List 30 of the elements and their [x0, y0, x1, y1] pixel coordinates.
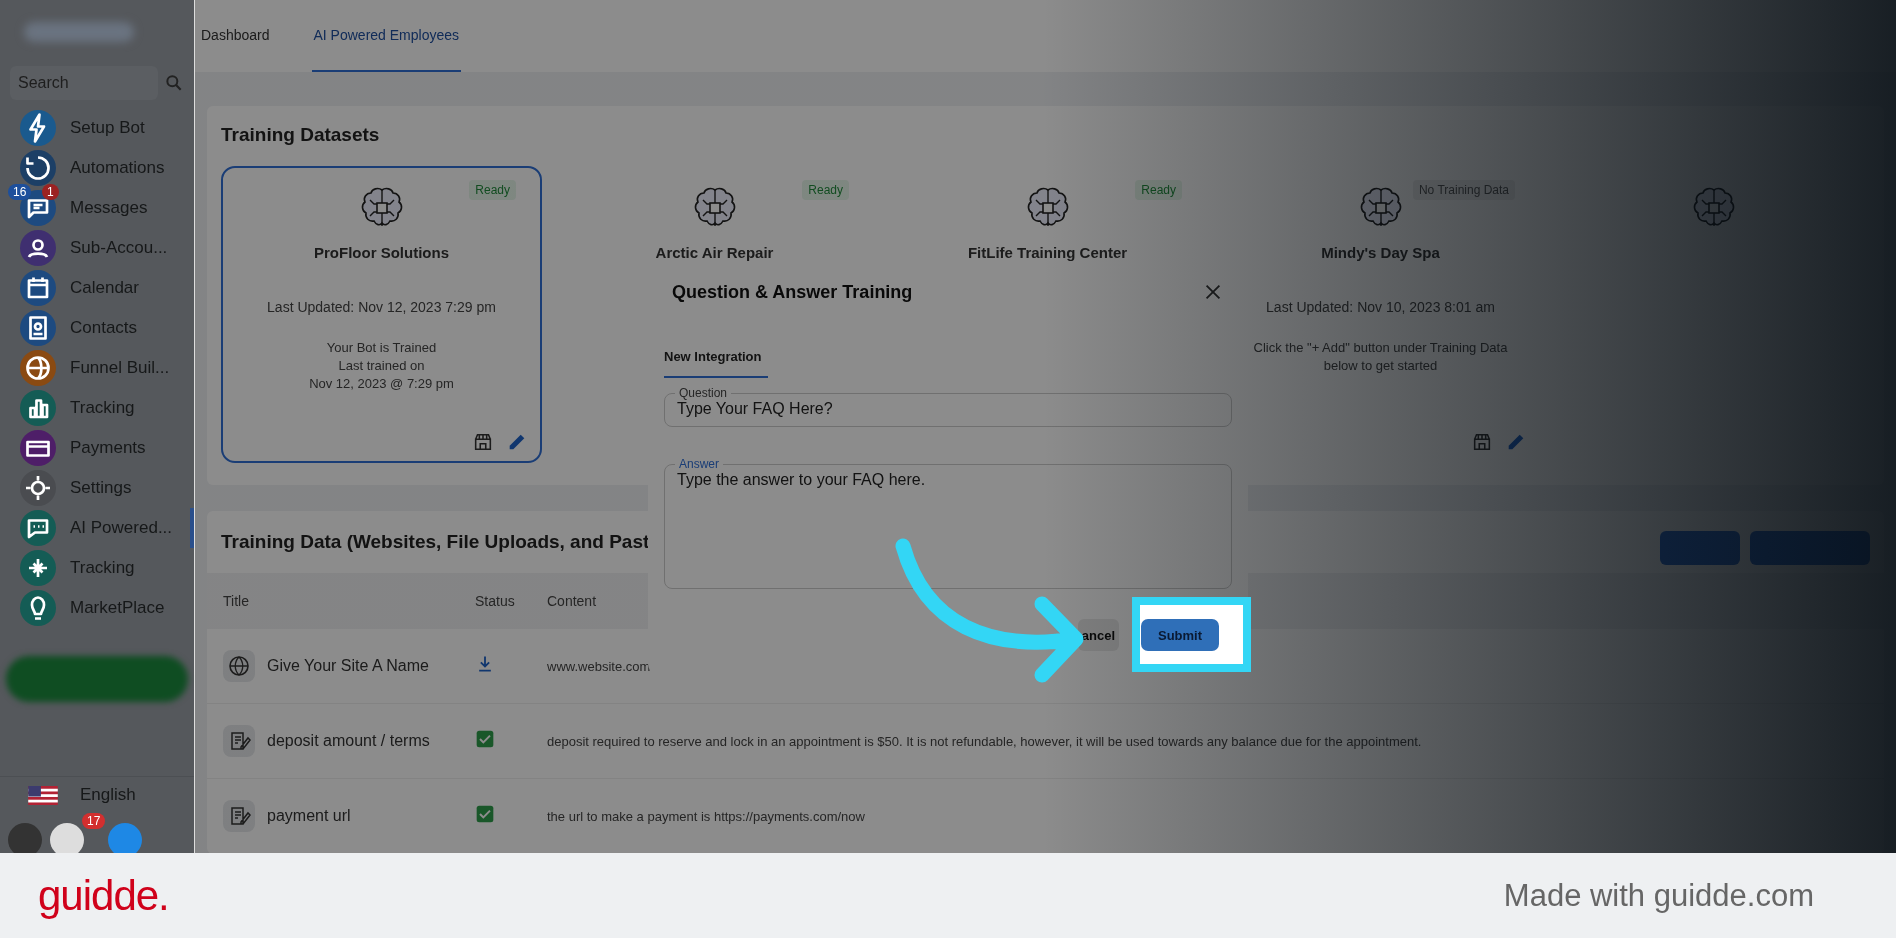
notification-badge: 17 [82, 813, 106, 829]
count-badge: 1 [42, 184, 59, 200]
table-cell: the url to make a payment is https://payments.com/now [547, 808, 865, 824]
last-updated-text: Last Updated: Nov 10, 2023 8:01 am [1266, 299, 1495, 315]
credit-text: Made with guidde.com [1503, 877, 1814, 914]
table-cell: deposit required to reserve and lock in an appointment is $50. It is not refundable, however, it will be used towards any balance due for the appointment. [547, 733, 1422, 749]
row-title: deposit amount / terms [267, 732, 430, 750]
dataset-name: Arctic Air Repair [655, 244, 774, 261]
section-title: Training Data (Websites, File Uploads, and Past [221, 531, 650, 553]
status-label: Ready [1135, 180, 1182, 200]
dataset-name: FitLife Training Center [967, 244, 1128, 261]
field-label: Answer [678, 457, 720, 471]
status-label: Ready [469, 180, 516, 200]
column-header: Status [475, 593, 516, 609]
column-header: Content [547, 593, 597, 609]
section-title: Training Datasets [221, 124, 381, 146]
last-updated-text: Last Updated: Nov 12, 2023 7:29 pm [267, 299, 496, 315]
count-badge: 16 [8, 184, 32, 200]
table-cell: www.website.com [547, 658, 651, 674]
training-info: Click the "+ Add" button under Training Data below to get started [1253, 339, 1508, 375]
row-title: Give Your Site A Name [267, 657, 429, 675]
status-label: Ready [802, 180, 849, 200]
dataset-name: ProFloor Solutions [314, 244, 449, 261]
dataset-name: Mindy's Day Spa [1321, 244, 1440, 261]
row-title: payment url [267, 807, 351, 825]
column-header: Title [222, 593, 250, 609]
dialog-title: Question & Answer Training [672, 281, 913, 303]
field-label: Question [678, 386, 729, 400]
training-info: Your Bot is Trained Last trained on Nov 12, 2023 @ 7:29 pm [309, 339, 454, 393]
logo: guidde. [38, 871, 169, 920]
